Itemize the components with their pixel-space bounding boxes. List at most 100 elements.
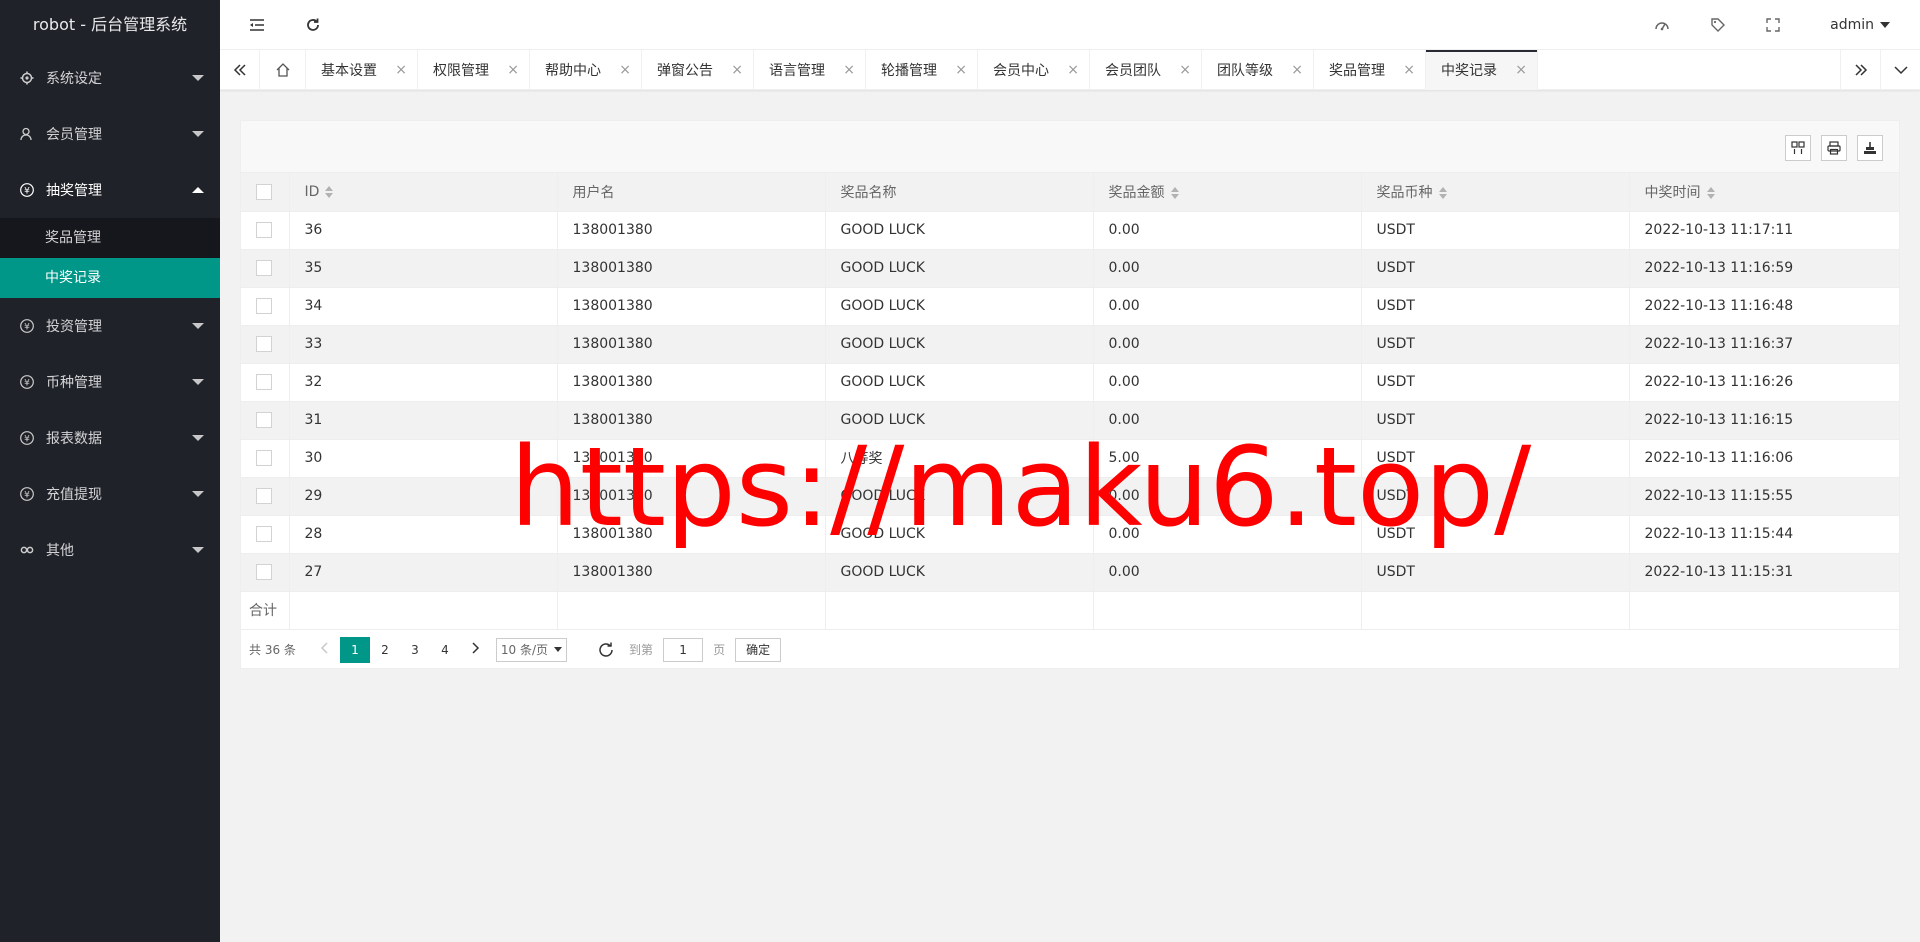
prev-page-button[interactable] [310, 637, 340, 663]
theme-button[interactable] [1637, 0, 1687, 50]
notes-button[interactable] [1693, 0, 1743, 50]
sort-icon[interactable] [1438, 186, 1447, 199]
tab-member-team[interactable]: 会员团队 × [1090, 50, 1202, 90]
pagination: 共 36 条 1 2 3 4 10 条/页 到第 1 页 确定 [241, 630, 1899, 670]
close-icon[interactable]: × [507, 62, 519, 78]
tab-label: 中奖记录 [1441, 63, 1497, 79]
column-header-username: 用户名 [557, 173, 826, 212]
cell-id: 32 [289, 363, 558, 402]
column-header-prize-currency[interactable]: 奖品币种 [1361, 173, 1630, 212]
caret-up-icon [192, 187, 204, 193]
cell-prize-currency: USDT [1361, 287, 1630, 326]
next-page-button[interactable] [460, 637, 490, 663]
print-icon [1827, 141, 1841, 155]
tabs-options-button[interactable] [1880, 50, 1920, 90]
cell-prize-name: GOOD LUCK [825, 325, 1094, 364]
cell-prize-name: GOOD LUCK [825, 211, 1094, 250]
close-icon[interactable]: × [1403, 62, 1415, 78]
tab-popup-notice[interactable]: 弹窗公告 × [642, 50, 754, 90]
tab-home[interactable] [260, 50, 306, 90]
tab-winning-records[interactable]: 中奖记录 × [1426, 50, 1538, 90]
column-header-id[interactable]: ID [289, 173, 558, 212]
user-menu[interactable]: admin [1830, 0, 1890, 50]
close-icon[interactable]: × [619, 62, 631, 78]
caret-down-icon [192, 379, 204, 385]
menu-toggle-button[interactable] [232, 0, 282, 50]
cell-username: 138001380 [557, 325, 826, 364]
cell-winning-time: 2022-10-13 11:16:26 [1629, 363, 1899, 402]
goto-confirm-button[interactable]: 确定 [735, 637, 782, 662]
select-all-checkbox[interactable] [256, 183, 272, 200]
row-checkbox[interactable] [256, 412, 272, 428]
sidebar-item-currency-management[interactable]: ¥ 币种管理 [0, 354, 220, 410]
table-card: ID 用户名 奖品名称 奖品金额 奖品币种 中奖时间 36 138001380 … [240, 120, 1900, 669]
columns-icon [1791, 141, 1805, 154]
close-icon[interactable]: × [955, 62, 967, 78]
table-row: 33 138001380 GOOD LUCK 0.00 USDT 2022-10… [241, 325, 1899, 364]
tab-language-management[interactable]: 语言管理 × [754, 50, 866, 90]
caret-down-icon [192, 435, 204, 441]
sidebar-item-lottery-management[interactable]: ¥ 抽奖管理 [0, 162, 220, 218]
tab-help-center[interactable]: 帮助中心 × [530, 50, 642, 90]
filter-columns-button[interactable] [1785, 135, 1811, 161]
print-button[interactable] [1821, 135, 1847, 161]
tab-carousel-management[interactable]: 轮播管理 × [866, 50, 978, 90]
refresh-icon [599, 642, 613, 657]
tab-basic-settings[interactable]: 基本设置 × [306, 50, 418, 90]
sidebar-item-system-settings[interactable]: 系统设定 [0, 50, 220, 106]
row-checkbox[interactable] [256, 222, 272, 238]
row-checkbox[interactable] [256, 374, 272, 390]
goto-page-input[interactable]: 1 [663, 637, 704, 662]
sidebar-item-investment-management[interactable]: ¥ 投资管理 [0, 298, 220, 354]
row-checkbox[interactable] [256, 488, 272, 504]
page-size-select[interactable]: 10 条/页 [495, 637, 568, 662]
sidebar-item-other[interactable]: 其他 [0, 522, 220, 578]
close-icon[interactable]: × [843, 62, 855, 78]
pager-refresh-button[interactable] [597, 641, 615, 659]
row-checkbox[interactable] [256, 298, 272, 314]
tab-member-center[interactable]: 会员中心 × [978, 50, 1090, 90]
sidebar-item-member-management[interactable]: 会员管理 [0, 106, 220, 162]
close-icon[interactable]: × [1179, 62, 1191, 78]
sidebar-item-deposit-withdraw[interactable]: ¥ 充值提现 [0, 466, 220, 522]
sidebar-item-report-data[interactable]: ¥ 报表数据 [0, 410, 220, 466]
page-button-4[interactable]: 4 [430, 637, 460, 663]
tabs-scroll-left-button[interactable] [220, 50, 260, 90]
sidebar-subitem-winning-records[interactable]: 中奖记录 [0, 258, 220, 298]
sort-icon[interactable] [325, 185, 334, 198]
close-icon[interactable]: × [1515, 62, 1527, 78]
refresh-page-button[interactable] [288, 0, 338, 50]
page-button-1[interactable]: 1 [339, 636, 370, 663]
page-button-3[interactable]: 3 [400, 637, 430, 663]
fullscreen-button[interactable] [1748, 0, 1798, 50]
cell-prize-currency: USDT [1361, 363, 1630, 402]
row-checkbox[interactable] [256, 260, 272, 276]
row-checkbox[interactable] [256, 450, 272, 466]
row-checkbox[interactable] [256, 564, 272, 580]
sidebar-item-label: 其他 [46, 543, 74, 559]
tabs-scroll-right-button[interactable] [1840, 50, 1880, 90]
cell-prize-name: GOOD LUCK [825, 363, 1094, 402]
caret-down-icon [192, 547, 204, 553]
row-checkbox[interactable] [256, 526, 272, 542]
row-checkbox[interactable] [256, 336, 272, 352]
tab-team-level[interactable]: 团队等级 × [1202, 50, 1314, 90]
sort-icon[interactable] [1170, 186, 1179, 199]
cell-winning-time: 2022-10-13 11:16:15 [1629, 401, 1899, 440]
sort-icon[interactable] [1706, 186, 1715, 199]
sidebar-subitem-prize-management[interactable]: 奖品管理 [0, 218, 220, 258]
close-icon[interactable]: × [731, 62, 743, 78]
tab-permission-management[interactable]: 权限管理 × [418, 50, 530, 90]
close-icon[interactable]: × [1067, 62, 1079, 78]
table-toolbar [241, 121, 1899, 173]
close-icon[interactable]: × [1291, 62, 1303, 78]
export-button[interactable] [1857, 135, 1883, 161]
caret-down-icon [192, 131, 204, 137]
column-header-prize-amount[interactable]: 奖品金额 [1093, 173, 1362, 212]
close-icon[interactable]: × [395, 62, 407, 78]
cell-username: 138001380 [557, 211, 826, 250]
gear-icon [20, 71, 34, 85]
tab-prize-management[interactable]: 奖品管理 × [1314, 50, 1426, 90]
column-header-winning-time[interactable]: 中奖时间 [1629, 173, 1899, 212]
page-button-2[interactable]: 2 [370, 637, 400, 663]
